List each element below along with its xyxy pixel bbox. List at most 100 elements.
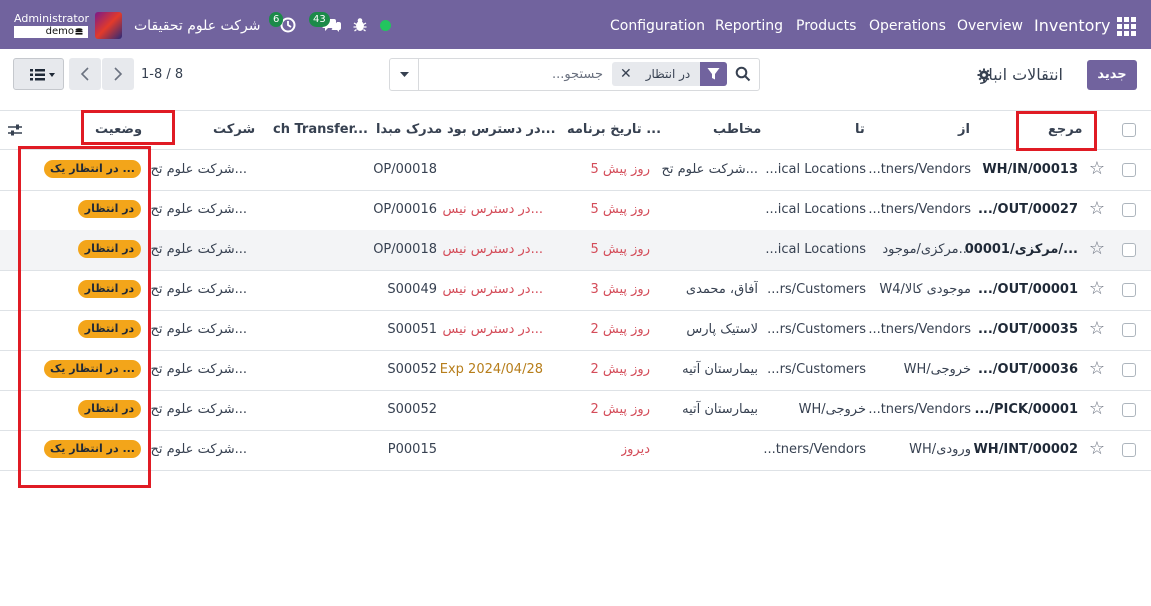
new-button[interactable]: جدید: [1087, 60, 1137, 90]
cell-to: WH/خروجی: [798, 402, 866, 417]
cell-reference: WH/IN/00013: [982, 162, 1078, 177]
status-dot-icon[interactable]: [380, 20, 391, 31]
cell-scheduled-date: 2 روز پیش: [590, 402, 651, 417]
user-name: Administrator: [14, 12, 89, 25]
app-name[interactable]: Inventory: [1034, 0, 1110, 49]
cell-company: شرکت علوم تح...: [150, 402, 247, 417]
bug-icon[interactable]: [353, 17, 367, 33]
col-source-document[interactable]: مدرک مبدا: [376, 110, 442, 150]
messages-badge: 43: [309, 12, 330, 27]
chevron-right-icon: [114, 67, 123, 81]
apps-grid-icon[interactable]: [1117, 17, 1136, 36]
col-batch-transfer[interactable]: ch Transfer...: [273, 110, 368, 150]
cell-availability: در دسترس نیس...: [442, 202, 544, 217]
menu-reporting[interactable]: Reporting: [715, 0, 783, 49]
cell-from: W4/موجودی کالا: [879, 282, 971, 297]
cell-source-document: S00051: [387, 322, 437, 337]
cell-source-document: S00049: [387, 282, 437, 297]
annotation-status-header: [81, 110, 175, 145]
cell-to: ...rs/Customers: [767, 322, 866, 337]
facet-label: در انتظار: [645, 67, 691, 81]
cell-company: شرکت علوم تح...: [150, 322, 247, 337]
cell-scheduled-date: دیروز: [620, 442, 650, 457]
view-switcher-button[interactable]: [13, 58, 64, 90]
cell-source-document: OP/00016: [373, 202, 437, 217]
cell-availability: در دسترس نیس...: [442, 282, 544, 297]
cell-reference: .../OUT/00035: [977, 322, 1078, 337]
cell-from: ...tners/Vendors: [868, 322, 971, 337]
cell-source-document: OP/00018: [373, 242, 437, 257]
cell-company: شرکت علوم تح...: [150, 162, 247, 177]
col-availability[interactable]: در دسترس بود...: [447, 110, 556, 150]
cell-scheduled-date: 2 روز پیش: [590, 362, 651, 377]
row-checkbox[interactable]: [1122, 163, 1136, 177]
pager-prev-button[interactable]: [69, 58, 101, 90]
cell-contact: شرکت علوم تح...: [661, 162, 758, 177]
col-to[interactable]: تا: [855, 110, 865, 150]
cell-scheduled-date: 5 روز پیش: [590, 162, 651, 177]
filter-icon: [707, 68, 720, 80]
cell-to: ...rs/Customers: [767, 362, 866, 377]
cell-contact: بیمارستان آتیه: [682, 362, 758, 377]
row-checkbox[interactable]: [1122, 203, 1136, 217]
col-scheduled-date[interactable]: تاریخ برنامه ...: [567, 110, 661, 150]
star-icon[interactable]: ☆: [1087, 399, 1107, 419]
cell-reference: .../PICK/00001: [974, 402, 1078, 417]
menu-overview[interactable]: Overview: [957, 0, 1023, 49]
col-contact[interactable]: مخاطب: [713, 110, 761, 150]
user-menu[interactable]: Administrator demo: [14, 12, 89, 39]
cell-scheduled-date: 2 روز پیش: [590, 322, 651, 337]
menu-operations[interactable]: Operations: [869, 0, 946, 49]
cell-to: ...ical Locations: [765, 202, 866, 217]
filter-facet-icon: [700, 62, 727, 86]
company-switcher[interactable]: شرکت علوم تحقیقات: [134, 0, 260, 52]
pager-next-button[interactable]: [102, 58, 134, 90]
row-checkbox[interactable]: [1122, 403, 1136, 417]
cell-company: شرکت علوم تح...: [150, 442, 247, 457]
star-icon[interactable]: ☆: [1087, 159, 1107, 179]
search-options-dropdown[interactable]: [390, 59, 419, 90]
row-checkbox[interactable]: [1122, 243, 1136, 257]
row-checkbox[interactable]: [1122, 283, 1136, 297]
avatar[interactable]: [95, 12, 122, 39]
star-icon[interactable]: ☆: [1087, 279, 1107, 299]
cell-availability: در دسترس نیس...: [442, 322, 544, 337]
row-checkbox[interactable]: [1122, 443, 1136, 457]
cell-reference: مرکزی/00001/...: [964, 242, 1078, 257]
star-icon[interactable]: ☆: [1087, 239, 1107, 259]
search-input[interactable]: [425, 59, 607, 90]
select-all-checkbox[interactable]: [1122, 123, 1136, 137]
cell-reference: WH/INT/00002: [973, 442, 1078, 457]
cell-availability: در دسترس نیس...: [442, 242, 544, 257]
annotation-status-column: [18, 146, 151, 488]
menu-configuration[interactable]: Configuration: [610, 0, 705, 49]
cell-scheduled-date: 5 روز پیش: [590, 202, 651, 217]
cell-scheduled-date: 3 روز پیش: [590, 282, 651, 297]
list-view-icon: [30, 69, 55, 81]
pager-value[interactable]: 1-8 / 8: [141, 60, 183, 90]
row-checkbox[interactable]: [1122, 363, 1136, 377]
cell-contact: بیمارستان آتیه: [682, 402, 758, 417]
gear-icon[interactable]: [977, 68, 991, 82]
cell-contact: آفاق، محمدی: [685, 282, 758, 297]
star-icon[interactable]: ☆: [1087, 439, 1107, 459]
row-checkbox[interactable]: [1122, 323, 1136, 337]
cell-to: ...ical Locations: [765, 242, 866, 257]
col-company[interactable]: شرکت: [213, 110, 255, 150]
column-settings-icon[interactable]: [7, 123, 23, 137]
menu-products[interactable]: Products: [796, 0, 856, 49]
cell-from: WH/خروجی: [903, 362, 971, 377]
cell-to: ...rs/Customers: [767, 282, 866, 297]
star-icon[interactable]: ☆: [1087, 199, 1107, 219]
col-from[interactable]: از: [958, 110, 970, 150]
star-icon[interactable]: ☆: [1087, 319, 1107, 339]
star-icon[interactable]: ☆: [1087, 359, 1107, 379]
cell-source-document: S00052: [387, 362, 437, 377]
search-icon[interactable]: [735, 66, 751, 82]
cell-source-document: P00015: [387, 442, 437, 457]
close-icon[interactable]: ✕: [620, 62, 632, 86]
cell-source-document: S00052: [387, 402, 437, 417]
cell-company: شرکت علوم تح...: [150, 202, 247, 217]
cell-from: ...tners/Vendors: [868, 162, 971, 177]
cell-company: شرکت علوم تح...: [150, 362, 247, 377]
